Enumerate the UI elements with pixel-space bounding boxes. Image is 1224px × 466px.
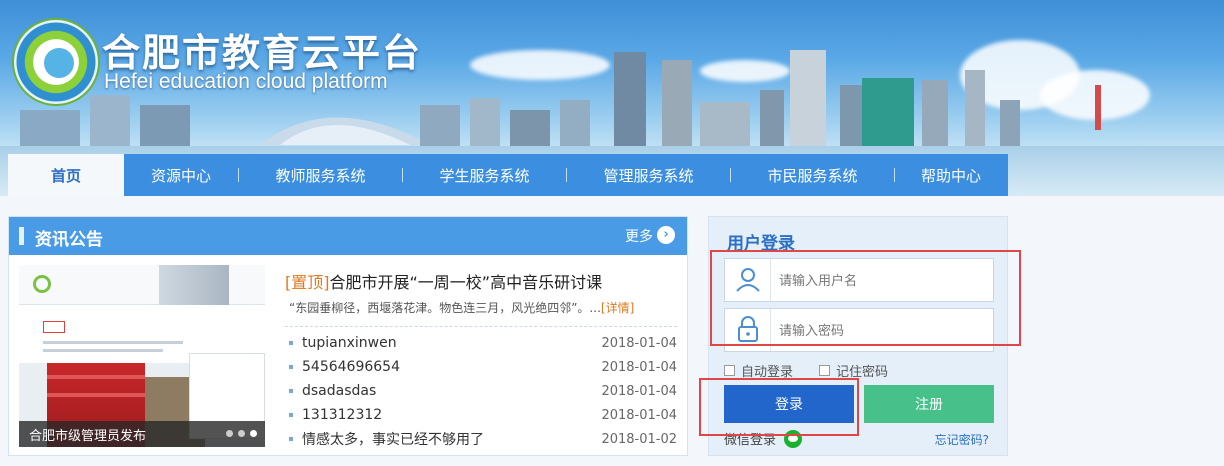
bullet-icon <box>289 389 293 393</box>
forgot-password-link[interactable]: 忘记密码? <box>935 431 989 448</box>
news-carousel[interactable]: 合肥市级管理员发布 <box>19 265 265 447</box>
carousel-text-line <box>43 341 183 344</box>
featured-headline-text: 合肥市开展“一周一校”高中音乐研讨课 <box>329 273 603 292</box>
wechat-login[interactable]: 微信登录 <box>724 429 803 448</box>
carousel-logo-icon <box>33 275 51 293</box>
password-field[interactable] <box>724 308 994 352</box>
news-item-date: 2018-01-04 <box>601 407 677 423</box>
dashed-divider <box>285 326 677 327</box>
bullet-icon <box>289 413 293 417</box>
bullet-icon <box>289 437 293 441</box>
user-icon <box>725 259 771 301</box>
news-list-item[interactable]: tupianxinwen 2018-01-04 <box>285 331 677 355</box>
featured-headline[interactable]: [置顶]合肥市开展“一周一校”高中音乐研讨课 <box>285 269 602 293</box>
carousel-photo <box>159 265 229 305</box>
nav-item-teacher[interactable]: 教师服务系统 <box>239 154 402 196</box>
featured-summary-text: “东园垂柳径，西堰落花津。物色连三月，风光绝四邻”。... <box>289 301 601 315</box>
carousel-dot[interactable] <box>238 430 245 437</box>
auto-login-checkbox[interactable]: 自动登录 <box>724 361 793 380</box>
news-panel-title: 资讯公告 <box>35 230 103 250</box>
nav-item-student[interactable]: 学生服务系统 <box>403 154 566 196</box>
news-item-date: 2018-01-04 <box>601 383 677 399</box>
bullet-icon <box>289 365 293 369</box>
news-item-title: dsadasdas <box>302 383 377 399</box>
carousel-dot[interactable] <box>226 430 233 437</box>
news-item-title: 131312312 <box>302 407 383 423</box>
login-options: 自动登录 记住密码 <box>724 361 888 380</box>
carousel-dot-active[interactable] <box>250 430 257 437</box>
remember-password-label: 记住密码 <box>836 365 889 380</box>
news-panel: 资讯公告 更多 › 合肥市级管理员发布 [置顶]合肥市开展“一周一校”高中音乐研… <box>8 216 688 456</box>
login-panel: 用户登录 自动登录 记住密码 登录 注册 <box>708 216 1008 456</box>
news-panel-header: 资讯公告 更多 › <box>9 217 687 255</box>
site-subtitle: Hefei education cloud platform <box>104 70 388 93</box>
username-input[interactable] <box>779 271 979 291</box>
bullet-icon <box>289 341 293 345</box>
carousel-dots <box>226 430 257 437</box>
nav-item-home[interactable]: 首页 <box>8 154 124 196</box>
auto-login-label: 自动登录 <box>741 365 794 380</box>
nav-item-resources[interactable]: 资源中心 <box>124 154 238 196</box>
logo-bird-icon <box>44 48 74 78</box>
header-accent-bar <box>19 227 24 245</box>
carousel-text-line <box>43 349 163 352</box>
news-item-date: 2018-01-04 <box>601 335 677 351</box>
news-item-title: tupianxinwen <box>302 335 397 351</box>
news-list-item[interactable]: 131312312 2018-01-04 <box>285 403 677 427</box>
username-field[interactable] <box>724 258 994 302</box>
detail-link[interactable]: [详情] <box>601 301 634 315</box>
news-list-item[interactable]: 情感太多，事实已经不够用了 2018-01-02 <box>285 427 677 451</box>
carousel-caption: 合肥市级管理员发布 <box>19 421 265 447</box>
wechat-icon[interactable] <box>784 429 803 448</box>
nav-item-citizen[interactable]: 市民服务系统 <box>731 154 894 196</box>
main-nav: 首页 资源中心 教师服务系统 学生服务系统 管理服务系统 市民服务系统 帮助中心 <box>8 154 1008 196</box>
login-title: 用户登录 <box>727 234 795 254</box>
nav-item-management[interactable]: 管理服务系统 <box>567 154 730 196</box>
news-item-date: 2018-01-04 <box>601 359 677 375</box>
register-button[interactable]: 注册 <box>864 385 994 423</box>
wechat-login-label: 微信登录 <box>724 433 777 448</box>
site-title: 合肥市教育云平台 <box>102 31 423 75</box>
password-input[interactable] <box>779 321 979 341</box>
news-list-item[interactable]: dsadasdas 2018-01-04 <box>285 379 677 403</box>
site-logo[interactable] <box>12 18 100 106</box>
nav-item-help[interactable]: 帮助中心 <box>895 154 1007 196</box>
news-list: tupianxinwen 2018-01-04 54564696654 2018… <box>285 331 677 451</box>
lock-icon <box>725 309 771 351</box>
news-item-date: 2018-01-02 <box>601 431 677 447</box>
carousel-highlight-box <box>43 321 65 333</box>
carousel-caption-text: 合肥市级管理员发布 <box>29 429 147 444</box>
pinned-tag: [置顶] <box>285 273 330 292</box>
featured-summary: “东园垂柳径，西堰落花津。物色连三月，风光绝四邻”。...[详情] <box>289 299 634 316</box>
checkbox-box[interactable] <box>819 365 831 376</box>
news-list-item[interactable]: 54564696654 2018-01-04 <box>285 355 677 379</box>
remember-password-checkbox[interactable]: 记住密码 <box>819 361 888 380</box>
news-item-title: 54564696654 <box>302 359 400 375</box>
login-button[interactable]: 登录 <box>724 385 854 423</box>
checkbox-box[interactable] <box>724 365 735 376</box>
news-item-title: 情感太多，事实已经不够用了 <box>302 432 484 448</box>
more-link[interactable]: 更多 <box>625 226 653 246</box>
chevron-right-icon[interactable]: › <box>657 226 675 244</box>
